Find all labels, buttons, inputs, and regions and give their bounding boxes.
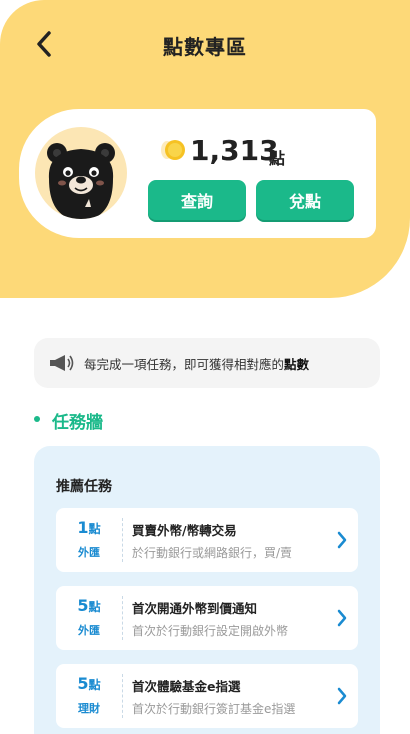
task-points: 1點 [56,518,122,537]
task-points: 5點 [56,674,122,693]
coin-icon [161,140,185,160]
task-desc: 首次於行動銀行簽訂基金e指選 [132,702,296,716]
task-divider [122,596,123,640]
page-title: 點數專區 [163,35,247,59]
task-item[interactable]: 5點 理財 首次體驗基金e指選 首次於行動銀行簽訂基金e指選 [56,664,358,728]
task-points: 5點 [56,596,122,615]
notice-text: 每完成一項任務，即可獲得相對應的點數 [84,354,309,373]
task-name: 買賣外幣/幣轉交易 [132,523,237,538]
task-name: 首次體驗基金e指選 [132,679,241,694]
task-desc: 首次於行動銀行設定開啟外幣 [132,624,289,638]
megaphone-icon [50,355,74,371]
section-bullet [34,416,40,422]
notice-banner: 每完成一項任務，即可獲得相對應的點數 [34,338,380,388]
chevron-right-icon [337,531,347,549]
task-desc: 於行動銀行或網路銀行，買/賣 [132,546,293,560]
notice-text-emphasis: 點數 [284,356,310,372]
task-item[interactable]: 5點 外匯 首次開通外幣到價通知 首次於行動銀行設定開啟外幣 [56,586,358,650]
task-divider [122,674,123,718]
chevron-right-icon [337,687,347,705]
task-category: 外匯 [78,546,100,559]
task-points-unit: 點 [88,678,101,692]
task-item[interactable]: 1點 外匯 買賣外幣/幣轉交易 於行動銀行或網路銀行，買/賣 [56,508,358,572]
avatar [35,127,127,219]
task-points-value: 1 [77,518,89,537]
task-points-unit: 點 [88,522,101,536]
points-unit: 點 [269,149,286,168]
task-panel: 推薦任務 1點 外匯 買賣外幣/幣轉交易 於行動銀行或網路銀行，買/賣 5點 外… [34,446,380,734]
section-title: 任務牆 [52,413,103,433]
task-divider [122,518,123,562]
query-button[interactable]: 查詢 [148,180,246,220]
task-category: 外匯 [78,624,100,637]
task-points-value: 5 [77,674,89,693]
redeem-button[interactable]: 兌點 [256,180,354,220]
notice-text-prefix: 每完成一項任務，即可獲得相對應的 [84,356,285,372]
task-category: 理財 [78,702,100,715]
task-points-value: 5 [77,596,89,615]
task-name: 首次開通外幣到價通知 [132,601,258,616]
chevron-right-icon [337,609,347,627]
points-value: 1,313 [190,134,279,167]
points-card: 1,313 點 查詢 兌點 [19,109,376,238]
task-points-unit: 點 [88,600,101,614]
bear-mascot-icon [47,143,115,219]
task-panel-title: 推薦任務 [56,479,112,495]
